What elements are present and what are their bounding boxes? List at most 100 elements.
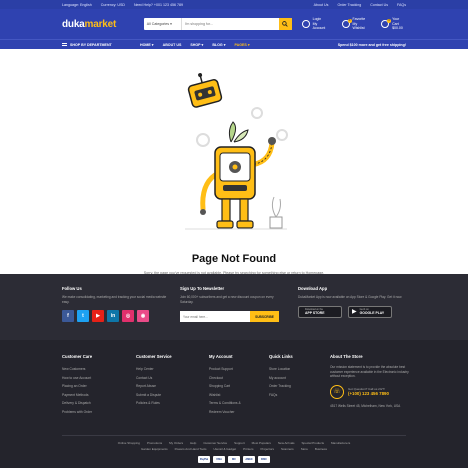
bottom-link[interactable]: Manufacturers [331, 441, 350, 445]
contact-link[interactable]: Contact Us [370, 3, 388, 7]
social-icon[interactable]: in [107, 310, 119, 323]
cart-label: Your Cart [392, 17, 400, 26]
bottom-link[interactable]: Garden Equipments [141, 447, 168, 451]
bottom-link[interactable]: Store [301, 447, 308, 451]
footer-link[interactable]: Order Tracking [269, 382, 293, 391]
bottom-link[interactable]: Projectors [260, 447, 274, 451]
about-link[interactable]: About Us [314, 3, 329, 7]
footer-link[interactable]: Placing an Order [62, 382, 92, 391]
social-icon[interactable]: f [62, 310, 74, 323]
app-section: Download App DukaMarket App is now avail… [298, 286, 404, 318]
footer-link[interactable]: FAQs [269, 391, 293, 400]
bottom-link[interactable]: My Orders [169, 441, 183, 445]
footer-link[interactable]: Terms & Conditions & [209, 399, 241, 408]
order-tracking-link[interactable]: Order Tracking [337, 3, 361, 7]
language-select[interactable]: Language: English [62, 3, 92, 7]
about-store-text: Our mission statement is to provide the … [330, 365, 409, 379]
wishlist-link[interactable]: 0 Favorite My Wishlist [341, 17, 370, 31]
nav-shop[interactable]: SHOP ▾ [190, 43, 203, 47]
bottom-link[interactable]: Powers And Hand Tools [175, 447, 207, 451]
cart-total: $00.00 [392, 26, 403, 31]
bottom-link[interactable]: Utensil & Gadget [213, 447, 236, 451]
app-title: Download App [298, 286, 328, 291]
about-store-title: About The Store [330, 354, 363, 359]
subscribe-button[interactable]: SUBSCRIBE [250, 311, 279, 323]
bottom-link[interactable]: New Arrivals [278, 441, 295, 445]
footer-link[interactable]: My account [269, 374, 293, 383]
footer-column-title: Customer Service [136, 354, 172, 359]
payment-icon: PayPal [198, 456, 210, 463]
footer-link[interactable]: Store Location [269, 365, 293, 374]
phone-icon: ☏ [330, 384, 344, 399]
bottom-link[interactable]: Business [315, 447, 327, 451]
footer-link[interactable]: Help Center [136, 365, 172, 374]
account-link[interactable]: Login My Account [301, 17, 330, 31]
footer-link[interactable]: Report Abuse [136, 382, 172, 391]
cart-count: 0 [387, 19, 392, 23]
category-select[interactable]: All Categories ▾ [144, 18, 182, 30]
menu-icon [62, 43, 67, 46]
shipping-promo: Spend $100 more and get free shipping! [337, 42, 406, 47]
footer-column: My Account Product Support Checkout Shoppin… [209, 354, 241, 417]
footer-link[interactable]: New Customers [62, 365, 92, 374]
footer-link[interactable]: How to use Account [62, 374, 92, 383]
store-address: 4517 Wells Street 45, Michelham, New Yor… [330, 403, 401, 408]
cart-icon: 0 [381, 19, 392, 28]
bottom-link[interactable]: Promotions [147, 441, 162, 445]
footer-column: Customer Care New Customers How to use Acc… [62, 354, 92, 417]
google-play-button[interactable]: ▶ Get it on GOOGLE PLAY [348, 305, 392, 318]
social-icon[interactable]: ◉ [137, 310, 149, 323]
bottom-link[interactable]: Customer Service [203, 441, 227, 445]
heart-icon: 0 [341, 19, 352, 28]
nav-home[interactable]: HOME ▾ [140, 43, 154, 47]
footer-link[interactable]: Submit a Dispute [136, 391, 172, 400]
newsletter-section: Sign Up To Newsletter Join 60,000+ subsc… [180, 286, 286, 323]
play-icon: ▶ [352, 309, 357, 316]
bottom-link[interactable]: Scanners [281, 447, 294, 451]
payment-methods: PayPal VISA MC AMEX DISC [0, 456, 468, 463]
nav-blog[interactable]: BLOG ▾ [212, 43, 225, 47]
faqs-link[interactable]: FAQs [397, 3, 406, 7]
nav-shop-label: SHOP [190, 42, 201, 47]
bottom-link[interactable]: Most Populars [252, 441, 271, 445]
footer-link[interactable]: Product Support [209, 365, 241, 374]
search-button[interactable] [278, 18, 292, 30]
footer-link[interactable]: Checkout [209, 374, 241, 383]
bottom-link[interactable]: Printers [243, 447, 253, 451]
logo[interactable]: dukamarket [62, 19, 132, 30]
nav-about[interactable]: ABOUT US [163, 43, 182, 47]
newsletter-email-input[interactable] [180, 311, 250, 323]
department-menu[interactable]: SHOP BY DEPARTMENT [62, 43, 134, 47]
footer-divider [62, 435, 406, 436]
footer-link[interactable]: Problems with Order [62, 408, 92, 417]
cart-link[interactable]: 0 Your Cart $00.00 [381, 17, 406, 31]
top-bar: Language: English Currency: USD Need Hel… [0, 0, 468, 9]
bottom-link[interactable]: Support [234, 441, 245, 445]
footer-link[interactable]: Delivery & Dispatch [62, 399, 92, 408]
search-bar: All Categories ▾ [143, 18, 292, 30]
footer-link[interactable]: Shopping Cart [209, 382, 241, 391]
bottom-link[interactable]: Online Shopping [118, 441, 140, 445]
nav-pages[interactable]: PAGES ▾ [235, 43, 250, 47]
footer-link[interactable]: Payment Methods [62, 391, 92, 400]
nav-blog-label: BLOG [212, 42, 223, 47]
footer-link[interactable]: Contact Us [136, 374, 172, 383]
footer-link[interactable]: Redeem Voucher [209, 408, 241, 417]
footer-link[interactable]: Policies & Rules [136, 399, 172, 408]
app-store-button[interactable]: Download on the APP STORE [298, 305, 342, 318]
follow-text: We make consolidating, marketing and tra… [62, 295, 167, 304]
social-icon[interactable]: ▶ [92, 310, 104, 323]
currency-select[interactable]: Currency: USD [101, 3, 125, 7]
footer-link[interactable]: Wishlist [209, 391, 241, 400]
bottom-link[interactable]: Special Products [302, 441, 325, 445]
social-icon[interactable]: ◎ [122, 310, 134, 323]
footer-bottom-links: Online Shopping Promotions My Orders Help Cu… [0, 441, 468, 451]
header: dukamarket All Categories ▾ LoginMy Acco… [0, 9, 468, 39]
social-icon[interactable]: t [77, 310, 89, 323]
footer-column-title: Quick Links [269, 354, 293, 359]
bottom-link[interactable]: Help [190, 441, 196, 445]
user-icon [301, 20, 310, 28]
payment-icon: DISC [258, 456, 270, 463]
search-input[interactable] [181, 18, 279, 30]
phone-number[interactable]: (+100) 123 456 7890 [348, 391, 389, 397]
